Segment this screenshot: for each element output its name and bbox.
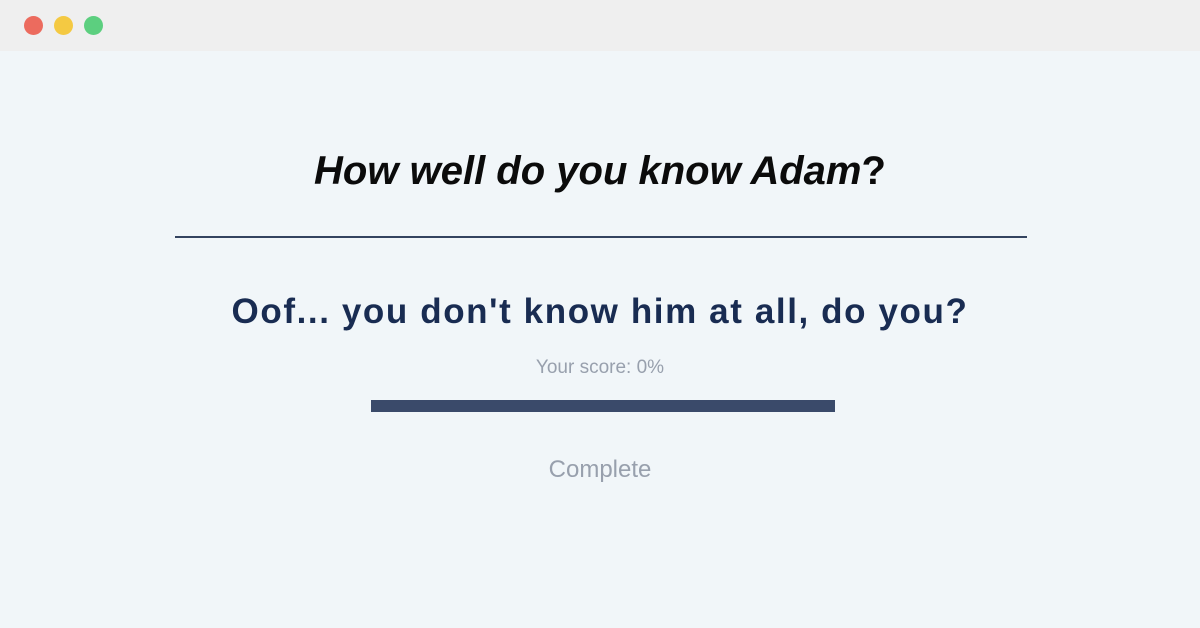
result-message: Oof... you don't know him at all, do you… [231, 292, 969, 331]
window-titlebar [0, 0, 1200, 51]
quiz-title: How well do you know Adam? [0, 147, 1200, 195]
score-progress-bar [371, 400, 835, 412]
title-divider [175, 236, 1027, 238]
quiz-result-page: How well do you know Adam? Oof... you do… [0, 51, 1200, 628]
maximize-window-button[interactable] [84, 16, 103, 35]
score-label: Your score: 0% [535, 357, 665, 378]
close-window-button[interactable] [24, 16, 43, 35]
completion-status: Complete [548, 456, 652, 483]
quiz-title-text: How well do you know Adam [314, 149, 862, 193]
minimize-window-button[interactable] [54, 16, 73, 35]
quiz-title-question-mark: ? [861, 149, 886, 193]
